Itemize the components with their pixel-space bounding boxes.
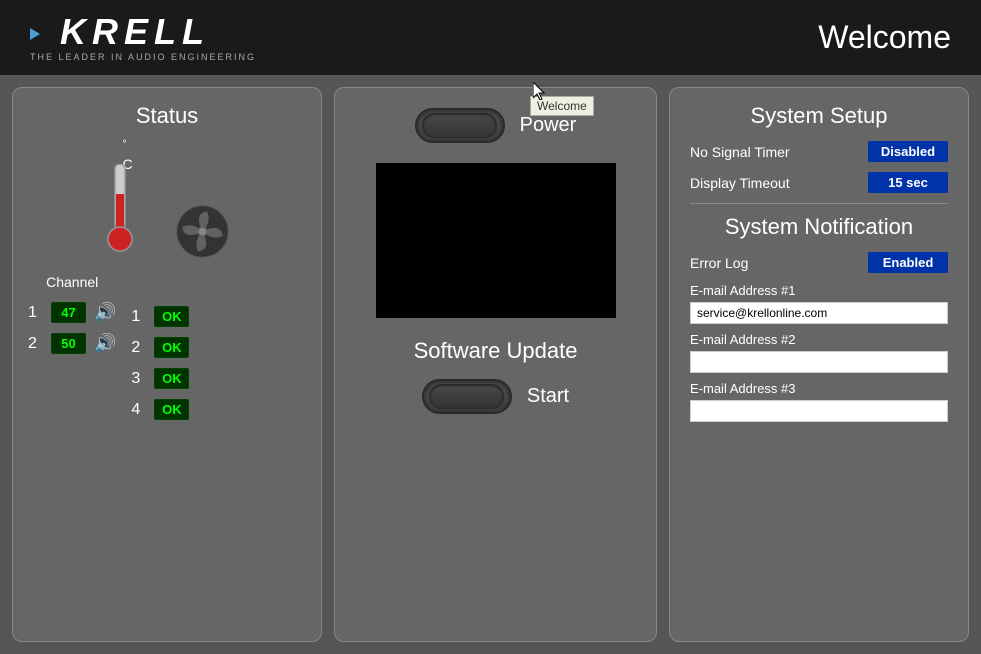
- output-num-4: 4: [131, 401, 146, 419]
- logo-area: KRELL THE LEADER IN AUDIO ENGINEERING: [30, 14, 256, 62]
- output-num-2: 2: [131, 339, 146, 357]
- toggle-inner: [422, 113, 497, 138]
- power-row: Power: [415, 108, 577, 143]
- no-signal-timer-row: No Signal Timer Disabled: [690, 141, 948, 162]
- display-timeout-value[interactable]: 15 sec: [868, 172, 948, 193]
- channel-temp-1: 47: [51, 302, 86, 323]
- email1-group: E-mail Address #1: [690, 283, 948, 324]
- output-status-2: OK: [154, 337, 189, 358]
- error-log-value[interactable]: Enabled: [868, 252, 948, 273]
- channel-temp-2: 50: [51, 333, 86, 354]
- output-status-4: OK: [154, 399, 189, 420]
- email3-label: E-mail Address #3: [690, 381, 948, 396]
- status-indicators: ° C: [28, 144, 306, 259]
- output-row-1: 1 OK: [131, 306, 189, 327]
- error-log-row: Error Log Enabled: [690, 252, 948, 273]
- logo-subtitle: THE LEADER IN AUDIO ENGINEERING: [30, 52, 256, 62]
- thermometer: ° C: [105, 144, 135, 259]
- output-status-3: OK: [154, 368, 189, 389]
- start-label: Start: [527, 385, 569, 408]
- speaker-icon-1: 🔊: [94, 302, 116, 323]
- divider-1: [690, 203, 948, 204]
- status-title: Status: [28, 103, 306, 129]
- no-signal-timer-label: No Signal Timer: [690, 144, 790, 160]
- start-toggle-inner: [429, 384, 504, 409]
- email1-input[interactable]: [690, 302, 948, 324]
- email1-label: E-mail Address #1: [690, 283, 948, 298]
- logo-text: KRELL: [60, 11, 210, 52]
- email3-group: E-mail Address #3: [690, 381, 948, 422]
- system-setup-panel: System Setup No Signal Timer Disabled Di…: [669, 87, 969, 642]
- start-toggle[interactable]: [422, 379, 512, 414]
- output-num-3: 3: [131, 370, 146, 388]
- header: KRELL THE LEADER IN AUDIO ENGINEERING We…: [0, 0, 981, 75]
- fan: [175, 204, 230, 259]
- system-setup-title: System Setup: [690, 103, 948, 129]
- channel-header: Channel: [46, 274, 98, 290]
- error-log-label: Error Log: [690, 255, 748, 271]
- main-content: Status ° C: [0, 75, 981, 654]
- email2-input[interactable]: [690, 351, 948, 373]
- display-timeout-label: Display Timeout: [690, 175, 790, 191]
- page-title: Welcome: [818, 19, 951, 56]
- channel-num-2: 2: [28, 335, 43, 353]
- email2-label: E-mail Address #2: [690, 332, 948, 347]
- output-num-1: 1: [131, 308, 146, 326]
- logo-triangle-icon: [30, 28, 40, 40]
- logo: KRELL: [30, 14, 210, 50]
- center-panel: Power Software Update Start: [334, 87, 657, 642]
- speaker-icon-2: 🔊: [94, 333, 116, 354]
- channel-section: Channel 1 47 🔊 2 50 🔊 1 OK: [28, 274, 306, 430]
- display-area: [376, 163, 616, 318]
- output-row-4: 4 OK: [131, 399, 189, 420]
- display-timeout-row: Display Timeout 15 sec: [690, 172, 948, 193]
- output-row-3: 3 OK: [131, 368, 189, 389]
- channel-num-1: 1: [28, 304, 43, 322]
- email3-input[interactable]: [690, 400, 948, 422]
- system-notification-title: System Notification: [690, 214, 948, 240]
- start-row: Start: [422, 379, 569, 414]
- status-panel: Status ° C: [12, 87, 322, 642]
- channel-row-2: 2 50 🔊: [28, 333, 116, 354]
- software-update-title: Software Update: [414, 338, 578, 364]
- no-signal-timer-value[interactable]: Disabled: [868, 141, 948, 162]
- power-label: Power: [520, 114, 577, 137]
- thermometer-icon: [105, 164, 135, 254]
- output-status-1: OK: [154, 306, 189, 327]
- power-toggle[interactable]: [415, 108, 505, 143]
- email2-group: E-mail Address #2: [690, 332, 948, 373]
- output-row-2: 2 OK: [131, 337, 189, 358]
- channel-row-1: 1 47 🔊: [28, 302, 116, 323]
- fan-icon: [175, 204, 230, 259]
